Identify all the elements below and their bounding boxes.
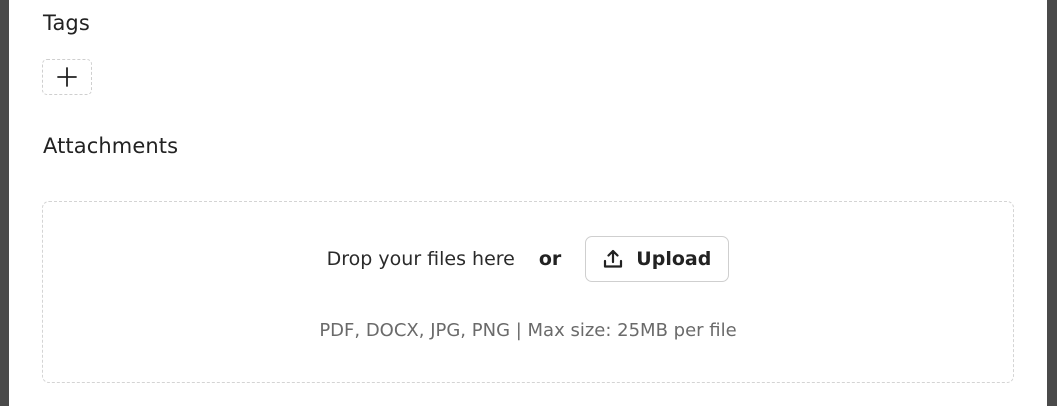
upload-button-label: Upload (636, 248, 712, 270)
plus-icon (57, 67, 77, 87)
dropzone-actions: Drop your files here or Upload (43, 236, 1013, 282)
drop-files-text: Drop your files here (326, 248, 515, 270)
file-requirements-hint: PDF, DOCX, JPG, PNG | Max size: 25MB per… (319, 320, 737, 341)
add-tag-button[interactable] (42, 59, 92, 95)
upload-button[interactable]: Upload (585, 236, 730, 282)
attachments-section-title: Attachments (43, 134, 179, 158)
or-separator: or (538, 248, 562, 270)
form-panel: Tags Attachments Drop your files here or… (9, 0, 1047, 406)
upload-icon (602, 248, 624, 270)
file-dropzone[interactable]: Drop your files here or Upload PDF, DOCX… (42, 201, 1014, 383)
tags-section-title: Tags (43, 11, 90, 35)
